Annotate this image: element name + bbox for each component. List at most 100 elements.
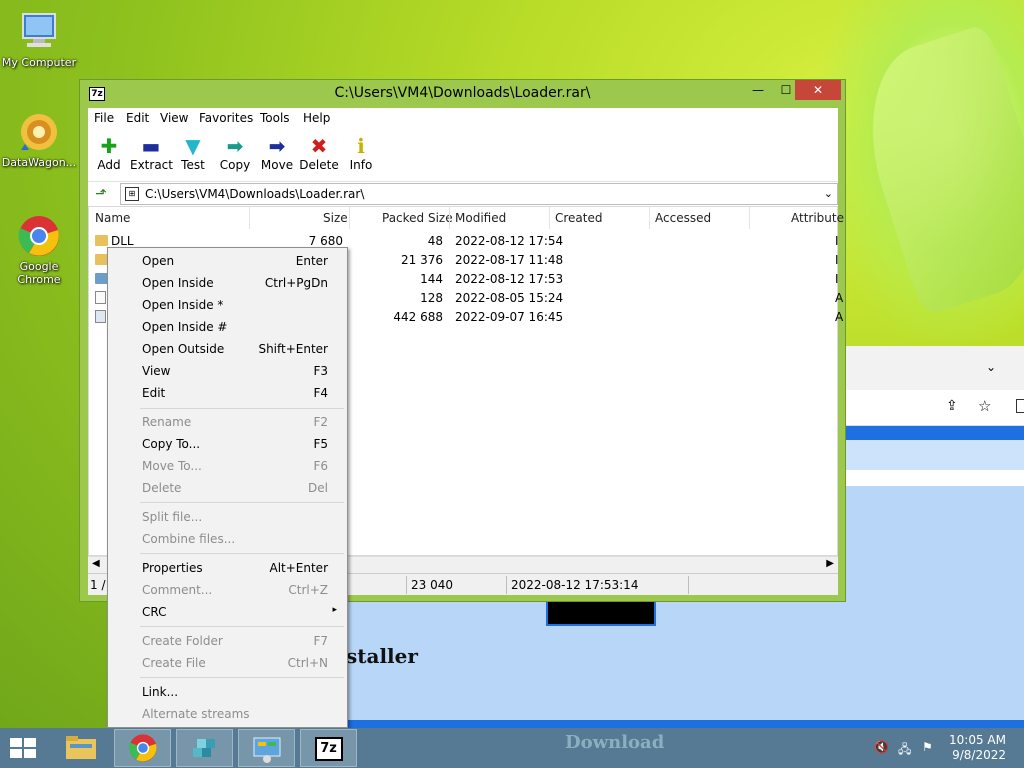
col-created[interactable]: Created bbox=[555, 211, 603, 225]
menu-separator bbox=[140, 626, 344, 627]
taskbar-control-panel[interactable] bbox=[238, 729, 295, 767]
row-attr: I bbox=[835, 272, 839, 286]
windows-logo-icon bbox=[10, 738, 36, 758]
menu-item-label: Comment... bbox=[142, 583, 213, 597]
menu-item-label: Move To... bbox=[142, 459, 202, 473]
menu-item-create-folder[interactable]: Create Folder F7 bbox=[108, 630, 347, 652]
menu-item-label: Open bbox=[142, 254, 175, 268]
add-button[interactable]: ✚ Add bbox=[88, 134, 130, 172]
menu-item-label: Open Inside # bbox=[142, 320, 228, 334]
col-packed-size[interactable]: Packed Size bbox=[382, 211, 453, 225]
row-attr: I bbox=[835, 234, 839, 248]
scroll-right-icon[interactable]: ▶ bbox=[826, 558, 834, 569]
desktop-icon-chrome[interactable]: Google Chrome bbox=[0, 214, 78, 286]
menu-file[interactable]: File bbox=[94, 111, 114, 125]
menu-tools[interactable]: Tools bbox=[260, 111, 290, 125]
test-button[interactable]: ▼ Test bbox=[172, 134, 214, 172]
col-attributes[interactable]: Attribute bbox=[791, 211, 844, 225]
taskbar-7zip[interactable]: 7z bbox=[300, 729, 357, 767]
menu-item-create-file[interactable]: Create File Ctrl+N bbox=[108, 652, 347, 674]
page-subheader bbox=[846, 440, 1024, 470]
menu-item-open-inside-star[interactable]: Open Inside * bbox=[108, 294, 347, 316]
address-bar: ⬏ ⊞ C:\Users\VM4\Downloads\Loader.rar\ ⌄ bbox=[88, 182, 838, 206]
action-center-icon[interactable]: ⚑ bbox=[922, 740, 938, 756]
close-button[interactable]: ✕ bbox=[795, 80, 841, 100]
col-divider[interactable] bbox=[249, 207, 250, 229]
background-browser-window: ⌄ ⇪ ☆ bbox=[846, 346, 1024, 728]
menu-edit[interactable]: Edit bbox=[126, 111, 149, 125]
menu-item-rename[interactable]: Rename F2 bbox=[108, 411, 347, 433]
menu-item-label: Create File bbox=[142, 656, 206, 670]
browser-tabbar: ⌄ bbox=[846, 346, 1024, 390]
col-size[interactable]: Size bbox=[323, 211, 348, 225]
row-size: 7 680 bbox=[308, 234, 343, 248]
add-icon: ✚ bbox=[100, 134, 118, 158]
menu-item-open-inside-hash[interactable]: Open Inside # bbox=[108, 316, 347, 338]
menu-help[interactable]: Help bbox=[303, 111, 330, 125]
desktop-icon-datawagon[interactable]: DataWagon... bbox=[0, 110, 78, 169]
col-name[interactable]: Name bbox=[95, 211, 130, 225]
menu-item-open-inside[interactable]: Open Inside Ctrl+PgDn bbox=[108, 272, 347, 294]
extract-button[interactable]: ▬ Extract bbox=[130, 134, 173, 172]
taskbar-app[interactable] bbox=[176, 729, 233, 767]
copy-button[interactable]: ➡ Copy bbox=[214, 134, 256, 172]
copy-label: Copy bbox=[219, 158, 251, 172]
title-bar[interactable]: 7z C:\Users\VM4\Downloads\Loader.rar\ — … bbox=[80, 80, 845, 108]
system-clock[interactable]: 10:05 AM 9/8/2022 bbox=[949, 733, 1006, 763]
row-attr: A bbox=[835, 291, 844, 305]
folder-up-icon[interactable]: ⬏ bbox=[92, 185, 110, 203]
archive-icon: ⊞ bbox=[125, 187, 139, 201]
info-button[interactable]: ℹ Info bbox=[340, 134, 382, 172]
menu-item-view[interactable]: View F3 bbox=[108, 360, 347, 382]
taskbar-chrome[interactable] bbox=[114, 729, 171, 767]
delete-button[interactable]: ✖ Delete bbox=[298, 134, 340, 172]
chevron-down-icon[interactable]: ⌄ bbox=[986, 360, 996, 374]
minimize-button[interactable]: — bbox=[744, 80, 772, 100]
col-divider[interactable] bbox=[449, 207, 450, 229]
row-modified: 2022-08-05 15:24 bbox=[455, 291, 564, 305]
address-input[interactable]: ⊞ C:\Users\VM4\Downloads\Loader.rar\ ⌄ bbox=[120, 183, 838, 205]
menu-item-open-outside[interactable]: Open Outside Shift+Enter bbox=[108, 338, 347, 360]
menu-item-move-to[interactable]: Move To... F6 bbox=[108, 455, 347, 477]
sidebar-icon[interactable] bbox=[1016, 399, 1024, 413]
menu-item-split-file[interactable]: Split file... bbox=[108, 506, 347, 528]
menu-favorites[interactable]: Favorites bbox=[199, 111, 253, 125]
page-gap bbox=[846, 470, 1024, 486]
star-icon[interactable]: ☆ bbox=[978, 397, 991, 415]
chevron-down-icon[interactable]: ⌄ bbox=[824, 184, 833, 204]
row-packed: 128 bbox=[420, 291, 443, 305]
menu-item-edit[interactable]: Edit F4 bbox=[108, 382, 347, 404]
network-icon[interactable]: 🖧 bbox=[898, 740, 914, 756]
menu-item-open[interactable]: Open Enter bbox=[108, 250, 347, 272]
col-divider[interactable] bbox=[649, 207, 650, 229]
menu-item-crc[interactable]: CRC ▸ bbox=[108, 601, 347, 623]
col-divider[interactable] bbox=[549, 207, 550, 229]
menu-item-properties[interactable]: Properties Alt+Enter bbox=[108, 557, 347, 579]
menu-item-copy-to[interactable]: Copy To... F5 bbox=[108, 433, 347, 455]
share-icon[interactable]: ⇪ bbox=[946, 398, 958, 414]
row-modified: 2022-08-17 11:48 bbox=[455, 253, 564, 267]
desktop-icon-label: My Computer bbox=[1, 56, 77, 69]
menu-item-shortcut: Ctrl+N bbox=[287, 656, 328, 670]
menu-item-link[interactable]: Link... bbox=[108, 681, 347, 703]
start-button[interactable] bbox=[8, 737, 38, 759]
col-divider[interactable] bbox=[349, 207, 350, 229]
menu-item-alternate-streams[interactable]: Alternate streams bbox=[108, 703, 347, 725]
taskbar-file-explorer[interactable] bbox=[52, 729, 109, 767]
menu-item-label: Split file... bbox=[142, 510, 203, 524]
extract-label: Extract bbox=[130, 158, 173, 172]
menu-item-combine-files[interactable]: Combine files... bbox=[108, 528, 347, 550]
col-modified[interactable]: Modified bbox=[455, 211, 506, 225]
col-accessed[interactable]: Accessed bbox=[655, 211, 711, 225]
menu-item-delete[interactable]: Delete Del bbox=[108, 477, 347, 499]
move-button[interactable]: ➡ Move bbox=[256, 134, 298, 172]
chrome-icon bbox=[17, 214, 61, 258]
menu-item-comment[interactable]: Comment... Ctrl+Z bbox=[108, 579, 347, 601]
menu-view[interactable]: View bbox=[160, 111, 188, 125]
volume-muted-icon[interactable]: 🔇 bbox=[874, 740, 890, 756]
page-body bbox=[846, 486, 1024, 728]
page-header-strip bbox=[846, 426, 1024, 440]
scroll-left-icon[interactable]: ◀ bbox=[92, 558, 100, 569]
col-divider[interactable] bbox=[749, 207, 750, 229]
desktop-icon-my-computer[interactable]: My Computer bbox=[0, 10, 78, 69]
